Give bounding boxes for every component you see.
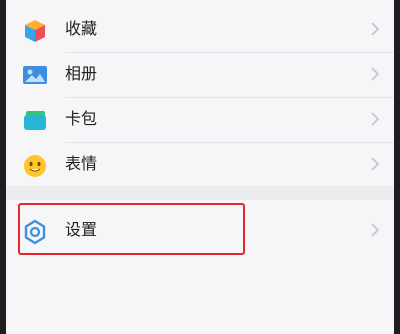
card-wallet-icon [22,108,48,132]
chevron-right-icon [370,21,380,37]
menu-item-label: 卡包 [65,109,98,128]
chevron-right-icon [370,156,380,172]
chevron-right-icon [370,111,380,127]
menu-item-label: 收藏 [65,19,98,38]
settings-menu-screen: 收藏 相册 卡包 表情 设置 [6,0,394,334]
menu-item-album[interactable]: 相册 [6,53,394,97]
chevron-right-icon [370,222,380,238]
menu-group-main: 收藏 相册 卡包 表情 [6,0,394,186]
smiley-face-icon [22,153,48,177]
album-image-icon [22,63,48,87]
chevron-right-icon [370,66,380,82]
menu-item-label: 相册 [65,64,98,83]
menu-item-label: 表情 [65,154,98,173]
highlight-box [18,203,245,255]
menu-item-card-wallet[interactable]: 卡包 [6,98,394,142]
menu-item-favorites[interactable]: 收藏 [6,8,394,52]
menu-item-stickers[interactable]: 表情 [6,143,394,187]
favorites-cube-icon [22,18,48,42]
